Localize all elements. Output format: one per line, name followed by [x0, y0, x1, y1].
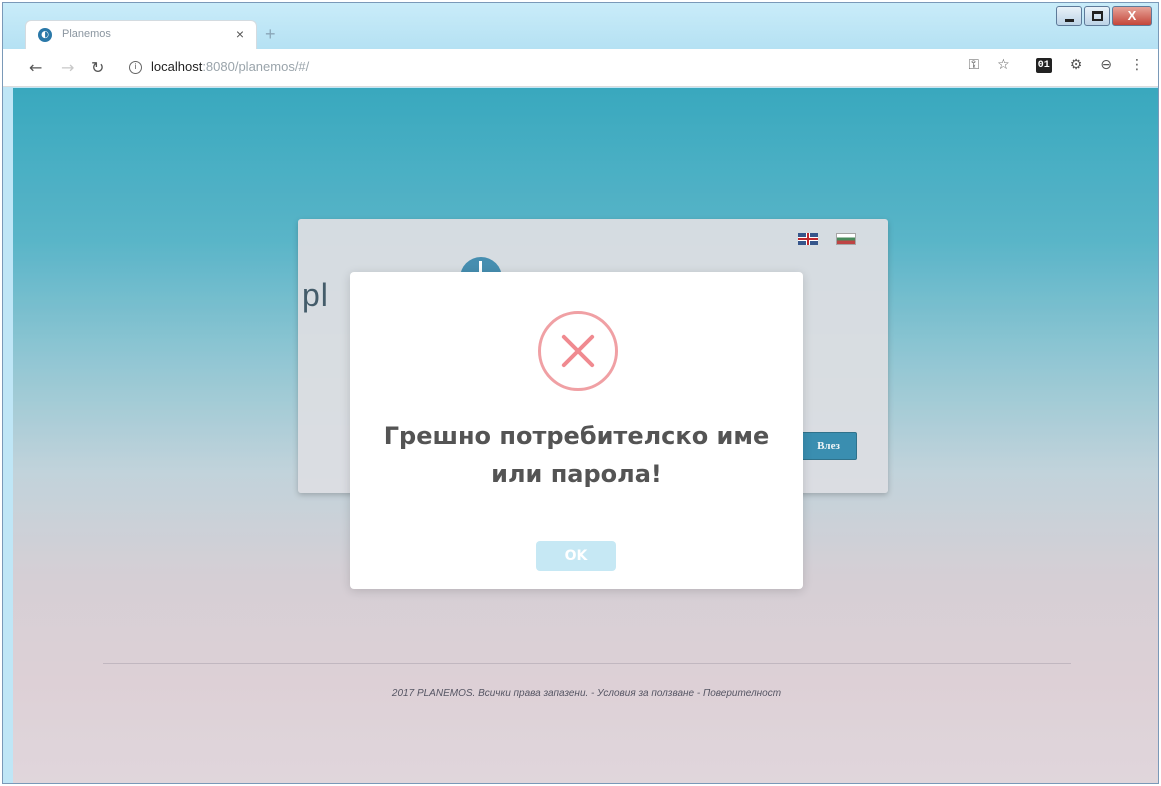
error-dialog: Грешно потребителско име или парола! OK [350, 272, 803, 589]
reload-icon[interactable]: ↻ [91, 58, 104, 77]
planemos-favicon-icon: ◐ [38, 28, 52, 42]
profile-icon[interactable]: ⊖ [1100, 57, 1112, 73]
browser-tab[interactable]: ◐ Planemos × [25, 20, 257, 49]
settings-icon[interactable]: ⚙ [1070, 57, 1083, 73]
maximize-button[interactable] [1084, 6, 1110, 26]
maximize-icon [1092, 11, 1103, 21]
url-host: localhost [151, 59, 203, 74]
key-icon[interactable]: ⚿ [968, 57, 979, 73]
window-controls: X [1056, 6, 1152, 26]
toolbar-icons: ⚿ ☆ 01 ⚙ ⊖ ⋮ [950, 57, 1144, 73]
error-message: Грешно потребителско име или парола! [383, 422, 770, 488]
url-path: :8080/planemos/#/ [202, 59, 310, 74]
close-icon: X [1127, 8, 1137, 23]
tab-close-icon[interactable]: × [236, 26, 244, 42]
address-bar[interactable]: localhost:8080/planemos/#/ [151, 59, 309, 74]
ok-button[interactable]: OK [536, 541, 616, 571]
minimize-button[interactable] [1056, 6, 1082, 26]
menu-icon[interactable]: ⋮ [1130, 57, 1144, 73]
forward-icon[interactable]: → [61, 58, 74, 77]
back-icon[interactable]: ← [29, 58, 42, 77]
close-window-button[interactable]: X [1112, 6, 1152, 26]
new-tab-button[interactable]: + [265, 24, 276, 45]
browser-window: ◐ Planemos × + X ← → ↻ i localhost:8080/… [2, 2, 1159, 784]
title-bar: ◐ Planemos × + X [3, 3, 1158, 49]
star-icon[interactable]: ☆ [997, 57, 1010, 73]
error-x-icon [538, 311, 618, 391]
minimize-icon [1065, 19, 1074, 22]
browser-toolbar: ← → ↻ i localhost:8080/planemos/#/ ⚿ ☆ 0… [3, 49, 1158, 87]
tab-title: Planemos [62, 28, 111, 40]
page-viewport: pl Влез 2017 PLANEMOS. Всички права запа… [13, 88, 1158, 783]
extension-icon[interactable]: 01 [1035, 57, 1052, 73]
info-icon[interactable]: i [129, 61, 142, 74]
